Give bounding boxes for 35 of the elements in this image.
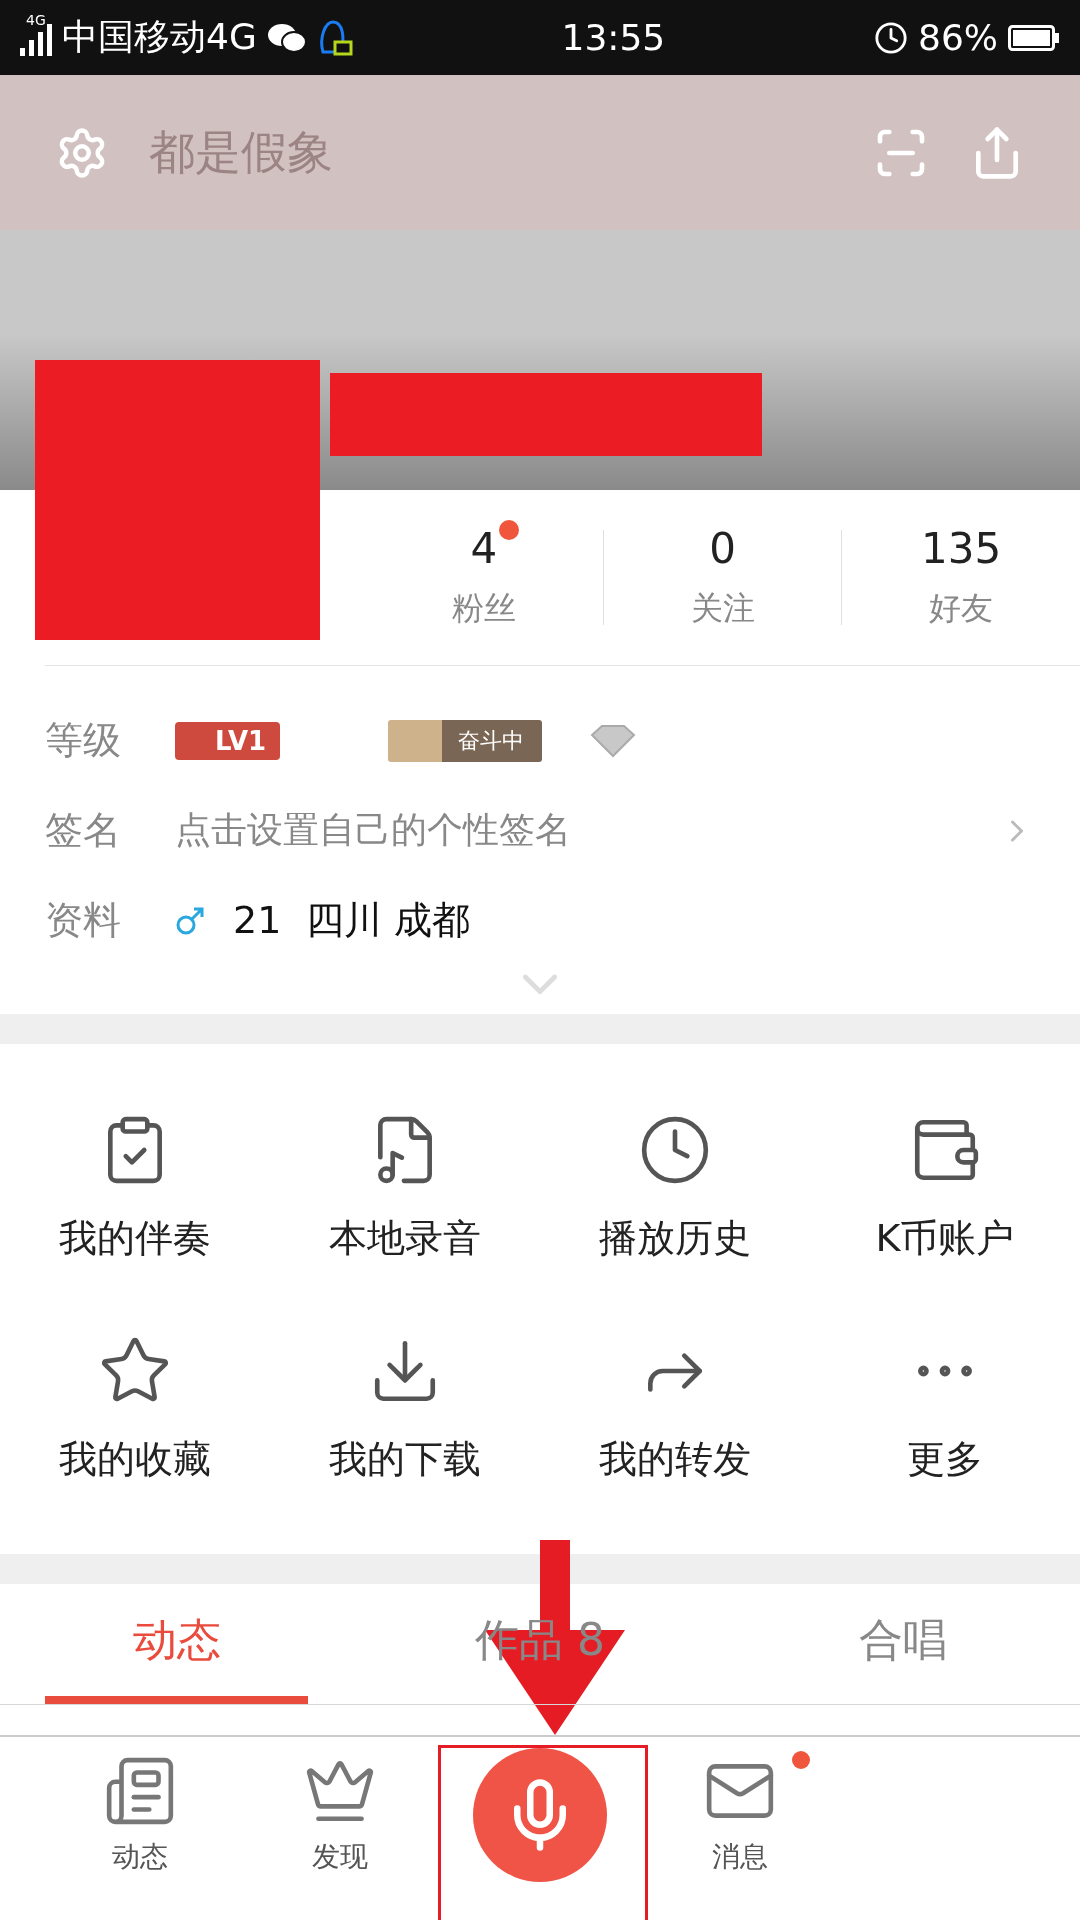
battery-icon <box>1008 24 1060 51</box>
stat-label: 关注 <box>690 588 755 629</box>
shortcut-label[interactable]: 我的收藏 <box>59 1434 211 1485</box>
stat-count[interactable]: 0 <box>709 524 736 573</box>
carrier-label: 中国移动4G <box>62 15 257 59</box>
shortcut-label[interactable]: 本地录音 <box>329 1213 481 1264</box>
stat-count[interactable]: 135 <box>921 524 1002 573</box>
content-tab[interactable]: 动态 <box>45 1584 309 1704</box>
content-tab[interactable]: 合唱 <box>771 1584 1035 1704</box>
nav-label[interactable]: 动态 <box>112 1837 168 1876</box>
username-title: 都是假象 <box>149 123 334 181</box>
stat-count[interactable]: 4 <box>470 524 498 573</box>
level-badge: LV1 <box>175 721 281 760</box>
nav-label[interactable]: 消息 <box>712 1837 768 1876</box>
alarm-icon <box>874 20 908 55</box>
signature-label: 签名 <box>45 807 122 855</box>
profile-info: 21 四川 成都 <box>233 897 470 945</box>
signature-placeholder[interactable]: 点击设置自己的个性签名 <box>175 806 951 856</box>
stat-label: 粉丝 <box>451 588 516 629</box>
info-label: 资料 <box>45 897 122 945</box>
rank-badge: 奋斗中 <box>388 719 543 762</box>
nav-label[interactable]: 发现 <box>312 1837 368 1876</box>
shortcut-label[interactable]: 更多 <box>907 1434 983 1485</box>
diamond-icon <box>590 723 637 758</box>
shortcut-label[interactable]: K币账户 <box>875 1213 1015 1264</box>
clock-time: 13:55 <box>561 17 666 58</box>
stat-label: 好友 <box>929 588 994 629</box>
male-icon <box>175 905 205 936</box>
level-label: 等级 <box>45 717 122 765</box>
battery-percent: 86% <box>918 17 998 58</box>
shortcut-label[interactable]: 我的转发 <box>599 1434 751 1485</box>
shortcut-label[interactable]: 播放历史 <box>599 1213 751 1264</box>
network-label: 4G <box>26 12 46 28</box>
shortcut-label[interactable]: 我的下载 <box>329 1434 481 1485</box>
shortcut-label[interactable]: 我的伴奏 <box>59 1213 211 1264</box>
